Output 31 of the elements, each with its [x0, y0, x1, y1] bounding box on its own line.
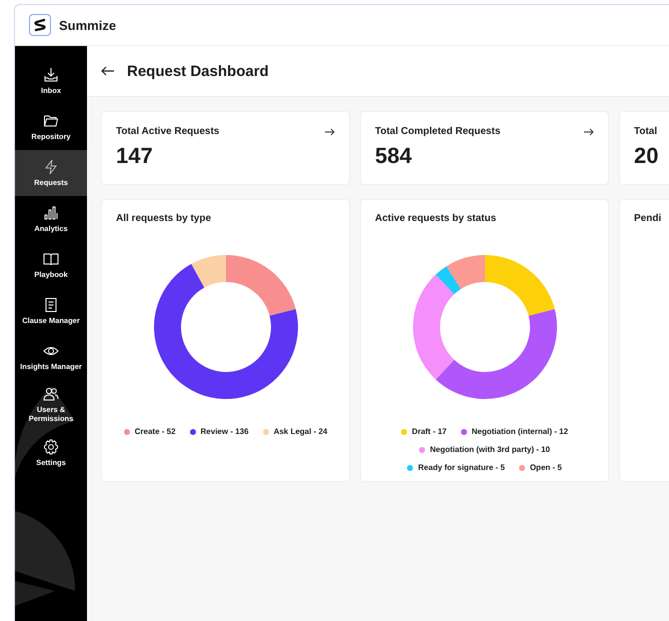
page-title: Request Dashboard	[127, 62, 269, 80]
chart-title: Active requests by status	[375, 213, 496, 224]
arrow-right-icon[interactable]	[325, 128, 335, 136]
chart-title: All requests by type	[116, 213, 212, 224]
stat-label: Total Completed Requests	[375, 126, 500, 137]
stat-label: Total Active Requests	[116, 126, 220, 137]
bar-chart-icon	[43, 204, 59, 220]
inbox-icon	[43, 66, 59, 82]
app-name: Summize	[59, 18, 116, 32]
arrow-right-icon[interactable]	[584, 128, 594, 136]
legend-label: Open - 5	[530, 463, 562, 472]
stat-value: 147	[116, 143, 153, 169]
folder-icon	[43, 112, 59, 128]
settings-icon	[43, 438, 59, 454]
stat-label: Total	[634, 126, 658, 137]
stat-value: 584	[375, 143, 412, 169]
document-icon	[43, 296, 59, 312]
book-icon	[43, 250, 59, 266]
stat-value: 20	[634, 143, 658, 169]
legend-label: Review - 136	[200, 427, 249, 436]
legend-label: Create - 52	[134, 427, 176, 436]
lightning-icon	[43, 158, 59, 174]
legend-label: Negotiation (with 3rd party) - 10	[430, 445, 550, 454]
legend-label: Ready for signature - 5	[418, 463, 505, 472]
users-icon	[43, 386, 59, 402]
back-button[interactable]	[101, 66, 115, 76]
legend-label: Negotiation (internal) - 12	[472, 427, 568, 436]
logo-icon	[29, 14, 51, 36]
legend-label: Ask Legal - 24	[274, 427, 328, 436]
legend-label: Draft - 17	[412, 427, 447, 436]
chart-title: Pendi	[634, 213, 662, 224]
